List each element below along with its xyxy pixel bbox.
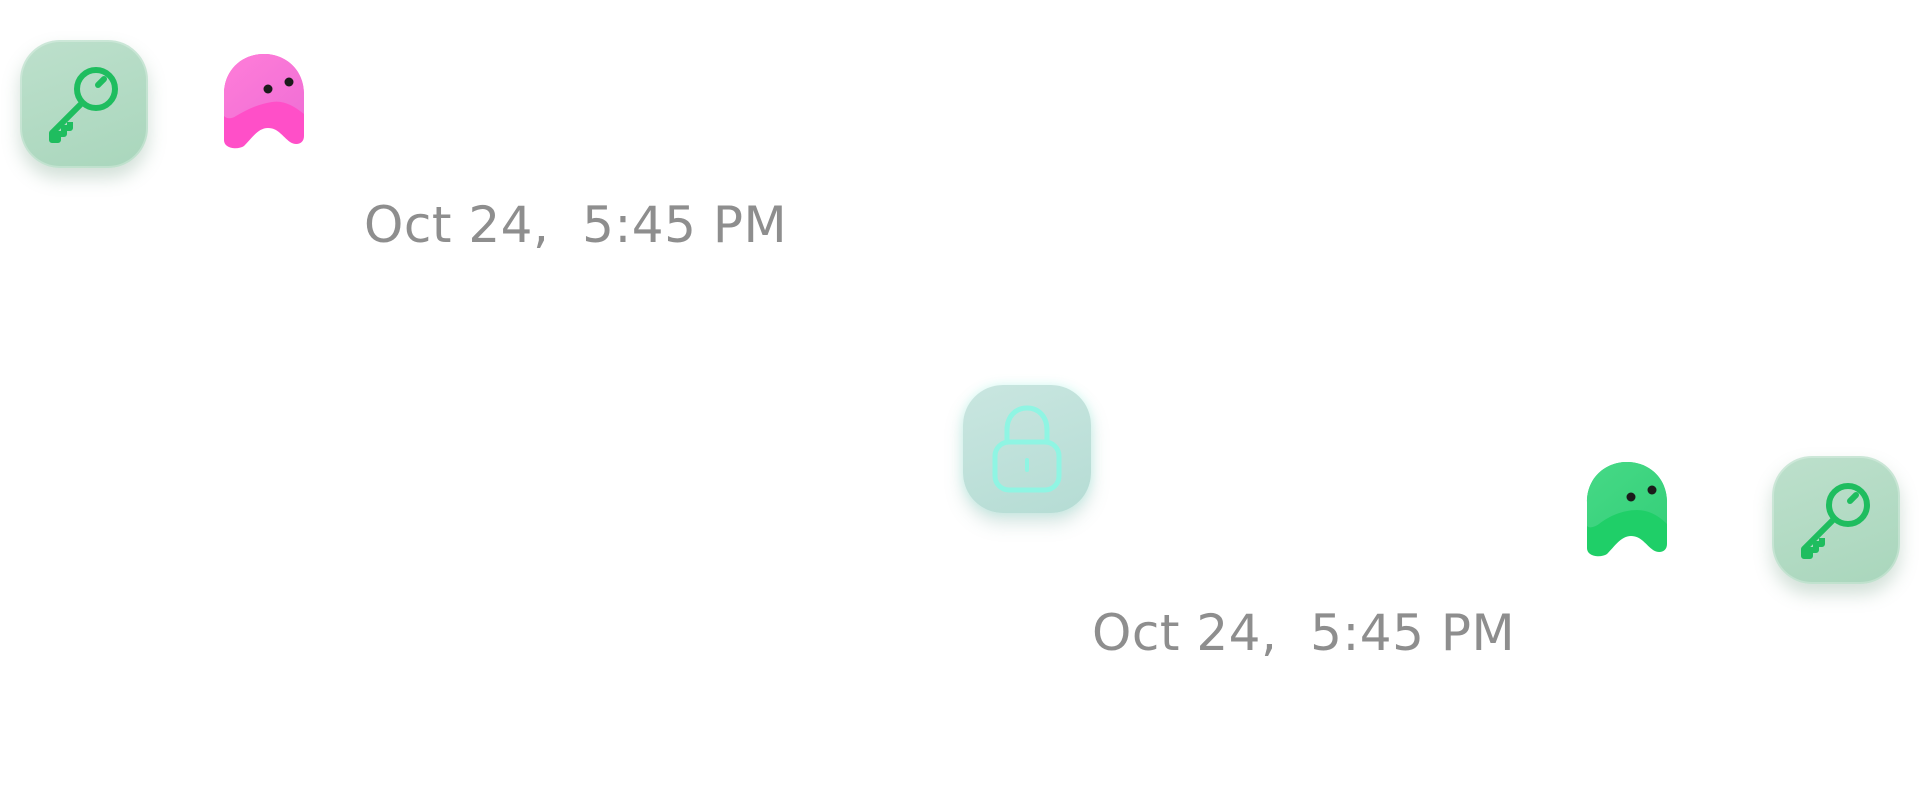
lock-button[interactable] [963,385,1091,513]
pink-ghost-avatar [222,52,306,150]
message-timestamp: Oct 24, 5:45 PM [1092,604,1516,662]
key-button[interactable] [20,40,148,168]
message-timestamp: Oct 24, 5:45 PM [364,196,788,254]
lock-icon [992,405,1062,493]
key-icon [49,67,118,143]
green-ghost-avatar [1585,460,1669,558]
key-button[interactable] [1772,456,1900,584]
key-icon [1801,483,1870,559]
